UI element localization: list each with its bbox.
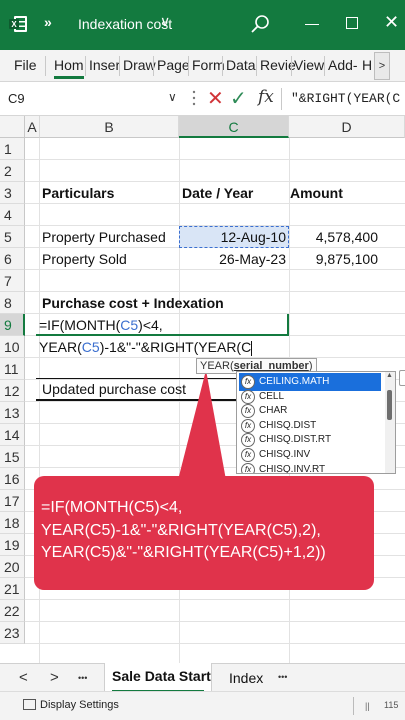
next-sheet-button[interactable]: > bbox=[50, 669, 59, 686]
callout-line: YEAR(C5)&"-"&RIGHT(YEAR(C5)+1,2)) bbox=[41, 544, 326, 561]
function-autocomplete-list[interactable]: fx CEILING.MATH fx CELL fx CHAR fx CHISQ.DIST fx… bbox=[236, 371, 396, 474]
more-sheets-button[interactable]: ••• bbox=[78, 673, 87, 683]
callout-formula-text: =IF(MONTH(C5)<4, YEAR(C5)-1&"-"&RIGHT(YE… bbox=[41, 497, 371, 565]
callout-line: =IF(MONTH(C5)<4, bbox=[41, 499, 183, 516]
scrollbar-thumb[interactable] bbox=[387, 390, 392, 420]
autocomplete-side-handle[interactable] bbox=[399, 370, 405, 386]
status-separator bbox=[353, 697, 354, 715]
previous-sheet-button[interactable]: < bbox=[19, 669, 28, 686]
sheet-overflow-button[interactable]: ••• bbox=[278, 672, 287, 682]
excel-window: X » Indexation cost ∨ ✕ File Hom Inser D… bbox=[0, 0, 405, 720]
sheet-tab-sale-data-start[interactable]: Sale Data Start bbox=[112, 668, 211, 684]
zoom-slider-icon[interactable]: || bbox=[365, 701, 370, 711]
autocomplete-item-label: CHISQ.INV.RT bbox=[259, 463, 326, 474]
display-settings-button[interactable]: Display Settings bbox=[40, 699, 119, 711]
function-icon: fx bbox=[241, 462, 255, 473]
callout-line: YEAR(C5)-1&"-"&RIGHT(YEAR(C5),2), bbox=[41, 521, 321, 539]
display-settings-icon[interactable] bbox=[23, 699, 36, 710]
zoom-level[interactable]: 115 bbox=[384, 700, 398, 710]
scroll-up-icon[interactable]: ▲ bbox=[386, 372, 393, 379]
autocomplete-item[interactable]: fx CHISQ.INV.RT bbox=[239, 461, 381, 474]
status-bar: Display Settings || 115 bbox=[0, 691, 405, 720]
autocomplete-scrollbar[interactable]: ▲ bbox=[385, 372, 395, 473]
sheet-tab-index[interactable]: Index bbox=[229, 670, 263, 686]
